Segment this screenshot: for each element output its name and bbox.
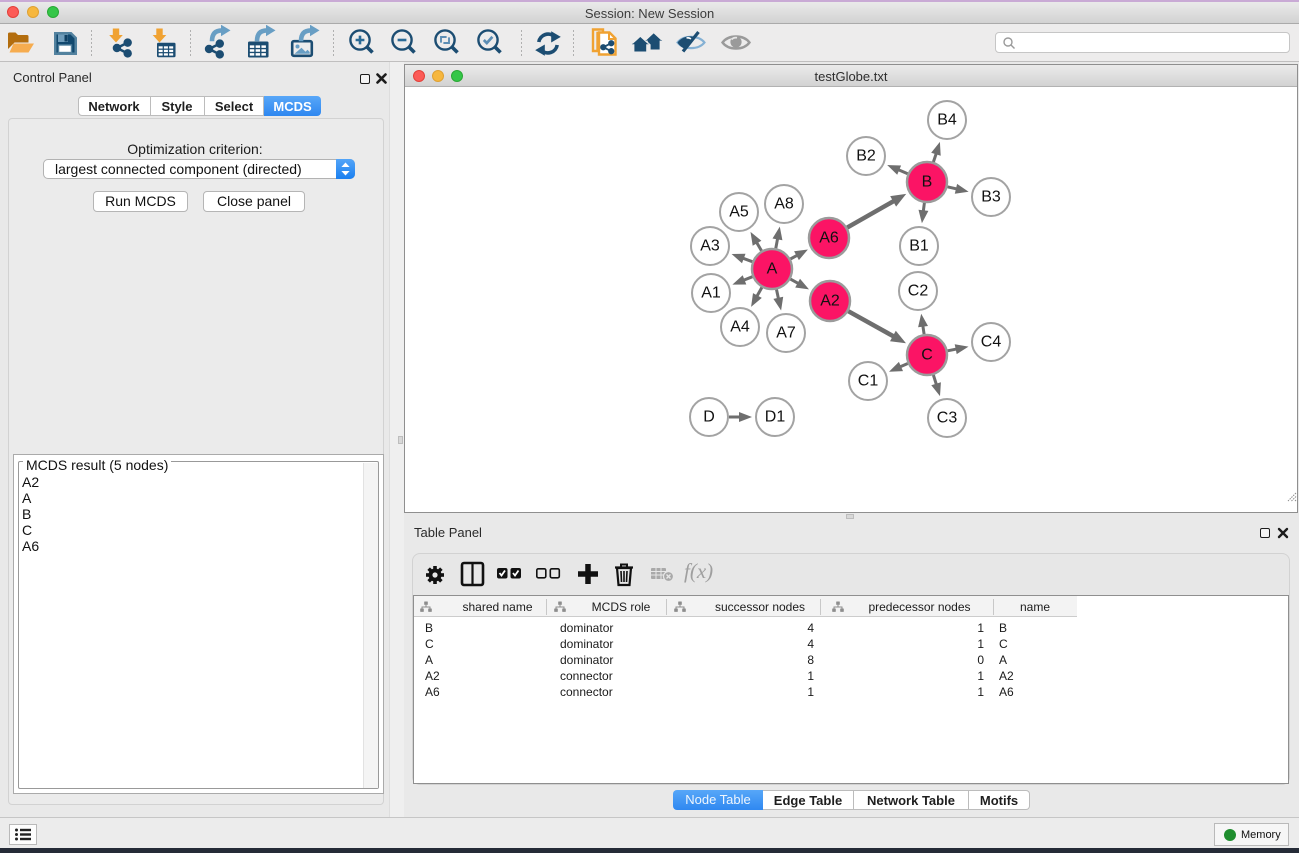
svg-text:B4: B4 [937, 112, 957, 129]
svg-text:A: A [767, 261, 778, 278]
svg-text:C3: C3 [937, 410, 958, 427]
svg-text:A3: A3 [700, 238, 720, 255]
svg-text:A5: A5 [729, 204, 749, 221]
svg-text:A1: A1 [701, 285, 721, 302]
svg-text:A7: A7 [776, 325, 796, 342]
svg-text:C4: C4 [981, 334, 1002, 351]
svg-text:C: C [921, 347, 933, 364]
svg-text:A8: A8 [774, 196, 794, 213]
svg-text:C1: C1 [858, 373, 879, 390]
svg-text:B2: B2 [856, 148, 876, 165]
svg-text:C2: C2 [908, 283, 929, 300]
svg-text:A2: A2 [820, 293, 840, 310]
svg-text:D1: D1 [765, 409, 786, 426]
svg-text:D: D [703, 409, 715, 426]
svg-text:B1: B1 [909, 238, 929, 255]
svg-text:A4: A4 [730, 319, 750, 336]
svg-text:B: B [922, 174, 933, 191]
svg-text:A6: A6 [819, 230, 839, 247]
svg-text:B3: B3 [981, 189, 1001, 206]
